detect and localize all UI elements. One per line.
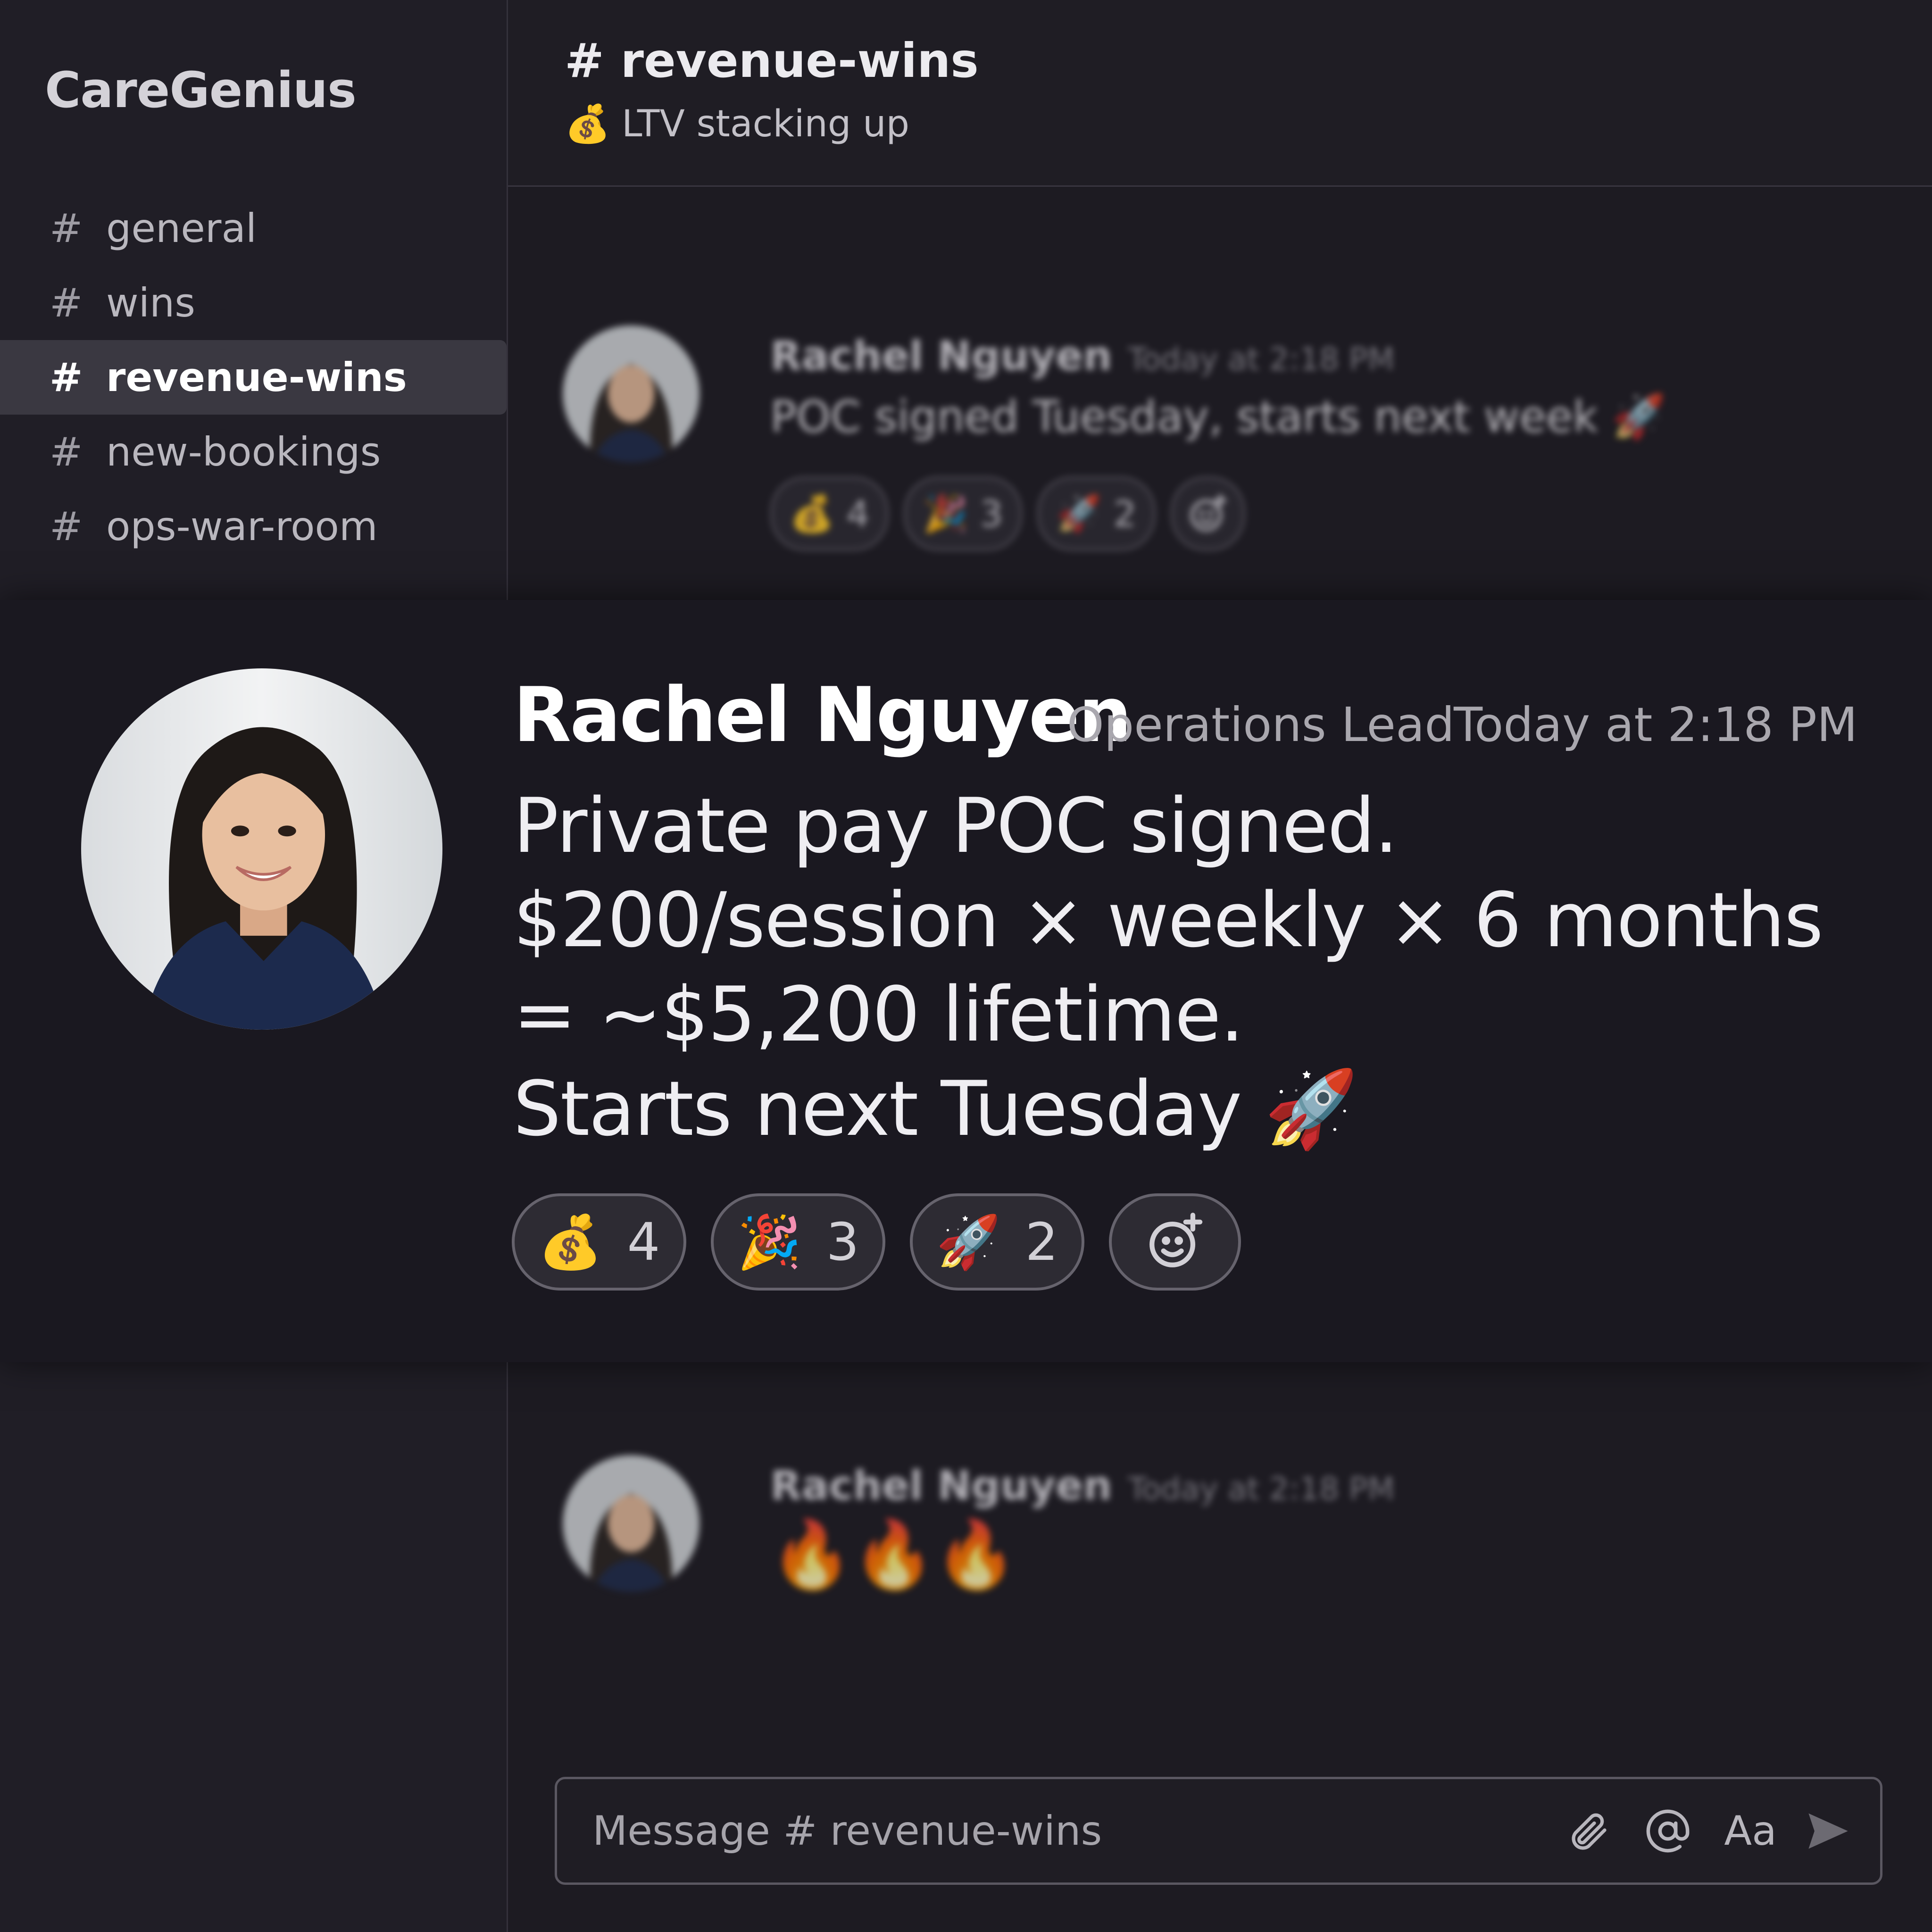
paperclip-icon (1572, 1813, 1607, 1850)
reaction-party-popper[interactable]: 🎉 3 (711, 1193, 885, 1291)
message-blurred-2: Rachel Nguyen Today at 2:18 PM 🔥🔥🔥 (563, 1455, 1789, 1606)
channel-topic: 💰 LTV stacking up (565, 103, 909, 146)
message-composer: Aa (555, 1777, 1882, 1885)
sidebar-item-revenue-wins[interactable]: # revenue-wins (0, 340, 507, 415)
hash-icon: # (50, 503, 83, 550)
message-input[interactable] (557, 1779, 1453, 1882)
reaction-money-bag[interactable]: 💰 4 (512, 1193, 686, 1291)
message-time[interactable]: Today at 2:18 PM (1454, 697, 1857, 752)
reaction-count: 2 (1025, 1212, 1058, 1272)
avatar[interactable] (81, 668, 442, 1030)
add-reaction-button[interactable] (1109, 1193, 1241, 1291)
money-bag-icon: 💰 (538, 1211, 603, 1272)
workspace-name[interactable]: CareGenius (45, 61, 357, 119)
message-author[interactable]: Rachel Nguyen (513, 671, 1132, 759)
format-icon: Aa (1724, 1807, 1777, 1855)
add-emoji-icon (1149, 1212, 1203, 1267)
reaction-rocket[interactable]: 🚀 2 (1037, 476, 1156, 551)
message-blurred-1: Rachel Nguyen Today at 2:18 PM POC signed… (563, 325, 1789, 561)
reaction-bar: 💰 4 🎉 3 🚀 2 (512, 1193, 1241, 1291)
channel-topic-text: LTV stacking up (622, 103, 910, 145)
avatar[interactable] (563, 1455, 700, 1592)
add-reaction-button[interactable] (1171, 476, 1245, 551)
sidebar-item-label: general (106, 205, 257, 251)
channel-title[interactable]: # revenue-wins (565, 33, 979, 88)
reaction-bar: 💰 4 🎉 3 🚀 2 (770, 476, 1245, 551)
send-button[interactable] (1793, 1779, 1864, 1882)
sidebar-item-general[interactable]: # general (0, 191, 507, 266)
add-emoji-icon (1190, 494, 1227, 532)
message-time: Today at 2:18 PM (1128, 1471, 1395, 1507)
reaction-count: 4 (627, 1212, 660, 1272)
message-line: Private pay POC signed. (513, 782, 1398, 870)
message-line: Starts next Tuesday 🚀 (513, 1065, 1358, 1153)
mention-button[interactable] (1637, 1779, 1699, 1882)
message-line: $200/session × weekly × 6 months (513, 876, 1824, 964)
reaction-party-popper[interactable]: 🎉 3 (904, 476, 1022, 551)
send-icon (1808, 1813, 1848, 1849)
chat-app: CareGenius # general # wins # revenue-wi… (0, 0, 1932, 1932)
message-text: POC signed Tuesday, starts next week 🚀 (770, 391, 1666, 442)
reaction-money-bag[interactable]: 💰 4 (770, 476, 889, 551)
avatar[interactable] (563, 325, 700, 462)
message-text: 🔥🔥🔥 (770, 1516, 1017, 1593)
sidebar-item-new-bookings[interactable]: # new-bookings (0, 415, 507, 489)
hash-icon: # (50, 354, 83, 400)
hash-icon: # (50, 205, 83, 251)
sidebar-item-label: new-bookings (106, 429, 381, 475)
money-bag-icon: 💰 (565, 103, 611, 145)
sidebar-item-ops-war-room[interactable]: # ops-war-room (0, 489, 507, 564)
sidebar-item-label: ops-war-room (106, 503, 378, 550)
channel-header: # revenue-wins 💰 LTV stacking up (508, 0, 1932, 187)
message-author[interactable]: Rachel Nguyen Today at 2:18 PM (770, 1462, 1395, 1509)
sidebar-item-wins[interactable]: # wins (0, 266, 507, 340)
author-role: Operations Lead (1067, 697, 1455, 752)
reaction-rocket[interactable]: 🚀 2 (910, 1193, 1084, 1291)
sidebar-item-label: wins (106, 280, 196, 326)
rocket-icon: 🚀 (936, 1211, 1001, 1272)
message-author[interactable]: Rachel Nguyen Today at 2:18 PM (770, 333, 1395, 380)
reaction-count: 3 (826, 1212, 859, 1272)
at-sign-icon (1646, 1809, 1690, 1852)
message-time: Today at 2:18 PM (1128, 341, 1395, 377)
format-button[interactable]: Aa (1715, 1779, 1786, 1882)
attach-button[interactable] (1557, 1779, 1618, 1882)
party-popper-icon: 🎉 (737, 1211, 802, 1272)
focused-message: Rachel Nguyen Operations Lead Today at 2… (0, 600, 1932, 1362)
message-line: = ~$5,200 lifetime. (513, 970, 1244, 1058)
sidebar-item-label: revenue-wins (106, 354, 407, 400)
hash-icon: # (50, 280, 83, 326)
hash-icon: # (50, 429, 83, 475)
